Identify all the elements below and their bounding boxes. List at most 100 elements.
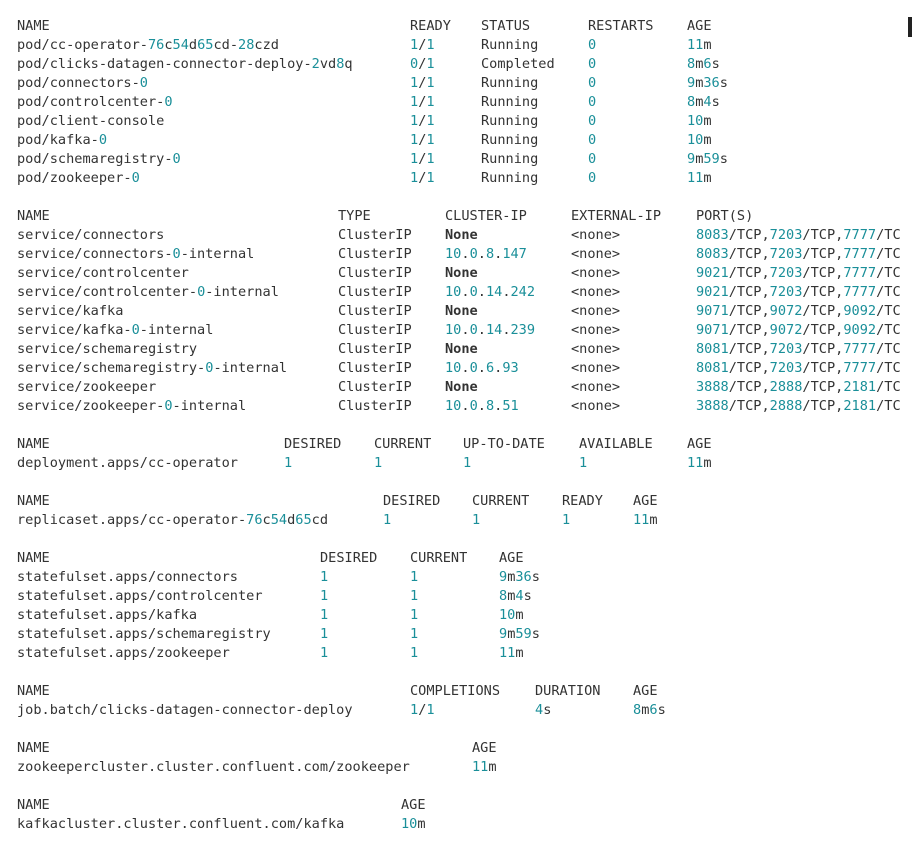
column-header: RESTARTS bbox=[588, 18, 654, 34]
jobs-header-row: NAME COMPLETIONS DURATION AGE bbox=[17, 682, 912, 701]
table-cell: statefulset.apps/controlcenter bbox=[17, 588, 263, 604]
pods-header-row: NAME READY STATUS RESTARTS AGE bbox=[17, 17, 912, 36]
column-header: AGE bbox=[633, 683, 658, 699]
table-cell: 1/1 bbox=[410, 75, 435, 91]
table-cell: service/kafka-0-internal bbox=[17, 322, 214, 338]
table-cell: <none> bbox=[571, 246, 621, 262]
column-header: AGE bbox=[401, 797, 426, 813]
table-cell: 1 bbox=[410, 645, 419, 661]
scroll-edge-marker bbox=[908, 17, 912, 37]
table-cell: 1 bbox=[463, 455, 472, 471]
services-row: service/zookeeper-0-internal ClusterIP 10.… bbox=[17, 397, 912, 416]
table-cell: service/schemaregistry-0-internal bbox=[17, 360, 288, 376]
table-cell: service/controlcenter bbox=[17, 265, 189, 281]
column-header: AGE bbox=[472, 740, 497, 756]
column-header: CURRENT bbox=[472, 493, 530, 509]
table-cell: 1 bbox=[374, 455, 383, 471]
table-cell: 1/1 bbox=[410, 113, 435, 129]
table-cell: 11m bbox=[687, 37, 712, 53]
table-cell: ClusterIP bbox=[338, 379, 412, 395]
table-cell: 1 bbox=[320, 588, 329, 604]
table-cell: service/schemaregistry bbox=[17, 341, 198, 357]
column-header: TYPE bbox=[338, 208, 371, 224]
table-cell: pod/clicks-datagen-connector-deploy-2vd8… bbox=[17, 56, 353, 72]
table-cell: ClusterIP bbox=[338, 360, 412, 376]
table-cell: service/zookeeper bbox=[17, 379, 157, 395]
table-cell: 1/1 bbox=[410, 151, 435, 167]
column-header: COMPLETIONS bbox=[410, 683, 501, 699]
replicasets-table: NAME DESIRED CURRENT READY AGE replicaset.app… bbox=[17, 492, 912, 530]
table-cell: 1 bbox=[472, 512, 481, 528]
table-cell: 1 bbox=[410, 607, 419, 623]
column-header: NAME bbox=[17, 550, 50, 566]
kubectl-output: NAME READY STATUS RESTARTS AGE pod/cc-operato… bbox=[17, 17, 912, 853]
table-cell: Running bbox=[481, 94, 539, 110]
table-cell: ClusterIP bbox=[338, 246, 412, 262]
table-cell: 3888/TCP,2888/TCP,2181/TC bbox=[696, 379, 901, 395]
deployments-table: NAME DESIRED CURRENT UP-TO-DATE AVAILABLE AGE… bbox=[17, 435, 912, 473]
column-header: NAME bbox=[17, 797, 50, 813]
column-header: NAME bbox=[17, 18, 50, 34]
column-header: DESIRED bbox=[284, 436, 342, 452]
statefulsets-row: statefulset.apps/connectors 1 1 9m36s bbox=[17, 568, 912, 587]
pods-row: pod/connectors-0 1/1 Running 0 9m36s bbox=[17, 74, 912, 93]
table-cell: statefulset.apps/schemaregistry bbox=[17, 626, 271, 642]
table-cell: 0 bbox=[588, 113, 597, 129]
table-cell: Running bbox=[481, 37, 539, 53]
table-cell: 1 bbox=[320, 626, 329, 642]
column-header: DESIRED bbox=[320, 550, 378, 566]
table-cell: 1 bbox=[410, 588, 419, 604]
zookeeperclusters-table: NAME AGE zookeepercluster.cluster.confluen… bbox=[17, 739, 912, 777]
table-cell: <none> bbox=[571, 360, 621, 376]
statefulsets-header-row: NAME DESIRED CURRENT AGE bbox=[17, 549, 912, 568]
column-header: NAME bbox=[17, 493, 50, 509]
column-header: READY bbox=[562, 493, 603, 509]
column-header: PORT(S) bbox=[696, 208, 754, 224]
table-cell: ClusterIP bbox=[338, 322, 412, 338]
table-cell: None bbox=[445, 341, 478, 357]
table-cell: Running bbox=[481, 132, 539, 148]
table-cell: 1 bbox=[284, 455, 293, 471]
table-cell: 1/1 bbox=[410, 94, 435, 110]
table-cell: 10.0.14.239 bbox=[445, 322, 536, 338]
table-cell: 11m bbox=[472, 759, 497, 775]
table-cell: <none> bbox=[571, 341, 621, 357]
table-cell: statefulset.apps/connectors bbox=[17, 569, 238, 585]
pods-row: pod/schemaregistry-0 1/1 Running 0 9m59s bbox=[17, 150, 912, 169]
table-cell: 9m59s bbox=[499, 626, 540, 642]
table-cell: pod/client-console bbox=[17, 113, 165, 129]
pods-table: NAME READY STATUS RESTARTS AGE pod/cc-operato… bbox=[17, 17, 912, 188]
deployments-header-row: NAME DESIRED CURRENT UP-TO-DATE AVAILABLE AGE bbox=[17, 435, 912, 454]
column-header: AGE bbox=[499, 550, 524, 566]
table-cell: 0 bbox=[588, 151, 597, 167]
column-header: DURATION bbox=[535, 683, 601, 699]
table-cell: 11m bbox=[499, 645, 524, 661]
column-header: AGE bbox=[687, 18, 712, 34]
table-cell: 10m bbox=[499, 607, 524, 623]
column-header: AGE bbox=[633, 493, 658, 509]
kafkaclusters-table: NAME AGE kafkacluster.cluster.confluent.co… bbox=[17, 796, 912, 834]
table-cell: 9071/TCP,9072/TCP,9092/TC bbox=[696, 322, 901, 338]
deployments-row: deployment.apps/cc-operator 1 1 1 1 11m bbox=[17, 454, 912, 473]
column-header: READY bbox=[410, 18, 451, 34]
column-header: NAME bbox=[17, 436, 50, 452]
table-cell: 0 bbox=[588, 75, 597, 91]
replicasets-row: replicaset.apps/cc-operator-76c54d65cd 1 1… bbox=[17, 511, 912, 530]
column-header: CURRENT bbox=[374, 436, 432, 452]
table-cell: <none> bbox=[571, 265, 621, 281]
table-cell: Running bbox=[481, 151, 539, 167]
table-cell: Running bbox=[481, 170, 539, 186]
services-row: service/schemaregistry-0-internal Cluster… bbox=[17, 359, 912, 378]
table-cell: 1/1 bbox=[410, 170, 435, 186]
kafkaclusters-header-row: NAME AGE bbox=[17, 796, 912, 815]
table-cell: ClusterIP bbox=[338, 341, 412, 357]
table-cell: replicaset.apps/cc-operator-76c54d65cd bbox=[17, 512, 329, 528]
table-cell: ClusterIP bbox=[338, 398, 412, 414]
table-cell: 10.0.6.93 bbox=[445, 360, 519, 376]
table-cell: Running bbox=[481, 75, 539, 91]
table-cell: 10.0.14.242 bbox=[445, 284, 536, 300]
table-cell: <none> bbox=[571, 322, 621, 338]
statefulsets-table: NAME DESIRED CURRENT AGE statefulset.apps/co… bbox=[17, 549, 912, 663]
table-cell: service/connectors-0-internal bbox=[17, 246, 255, 262]
table-cell: 9021/TCP,7203/TCP,7777/TC bbox=[696, 284, 901, 300]
